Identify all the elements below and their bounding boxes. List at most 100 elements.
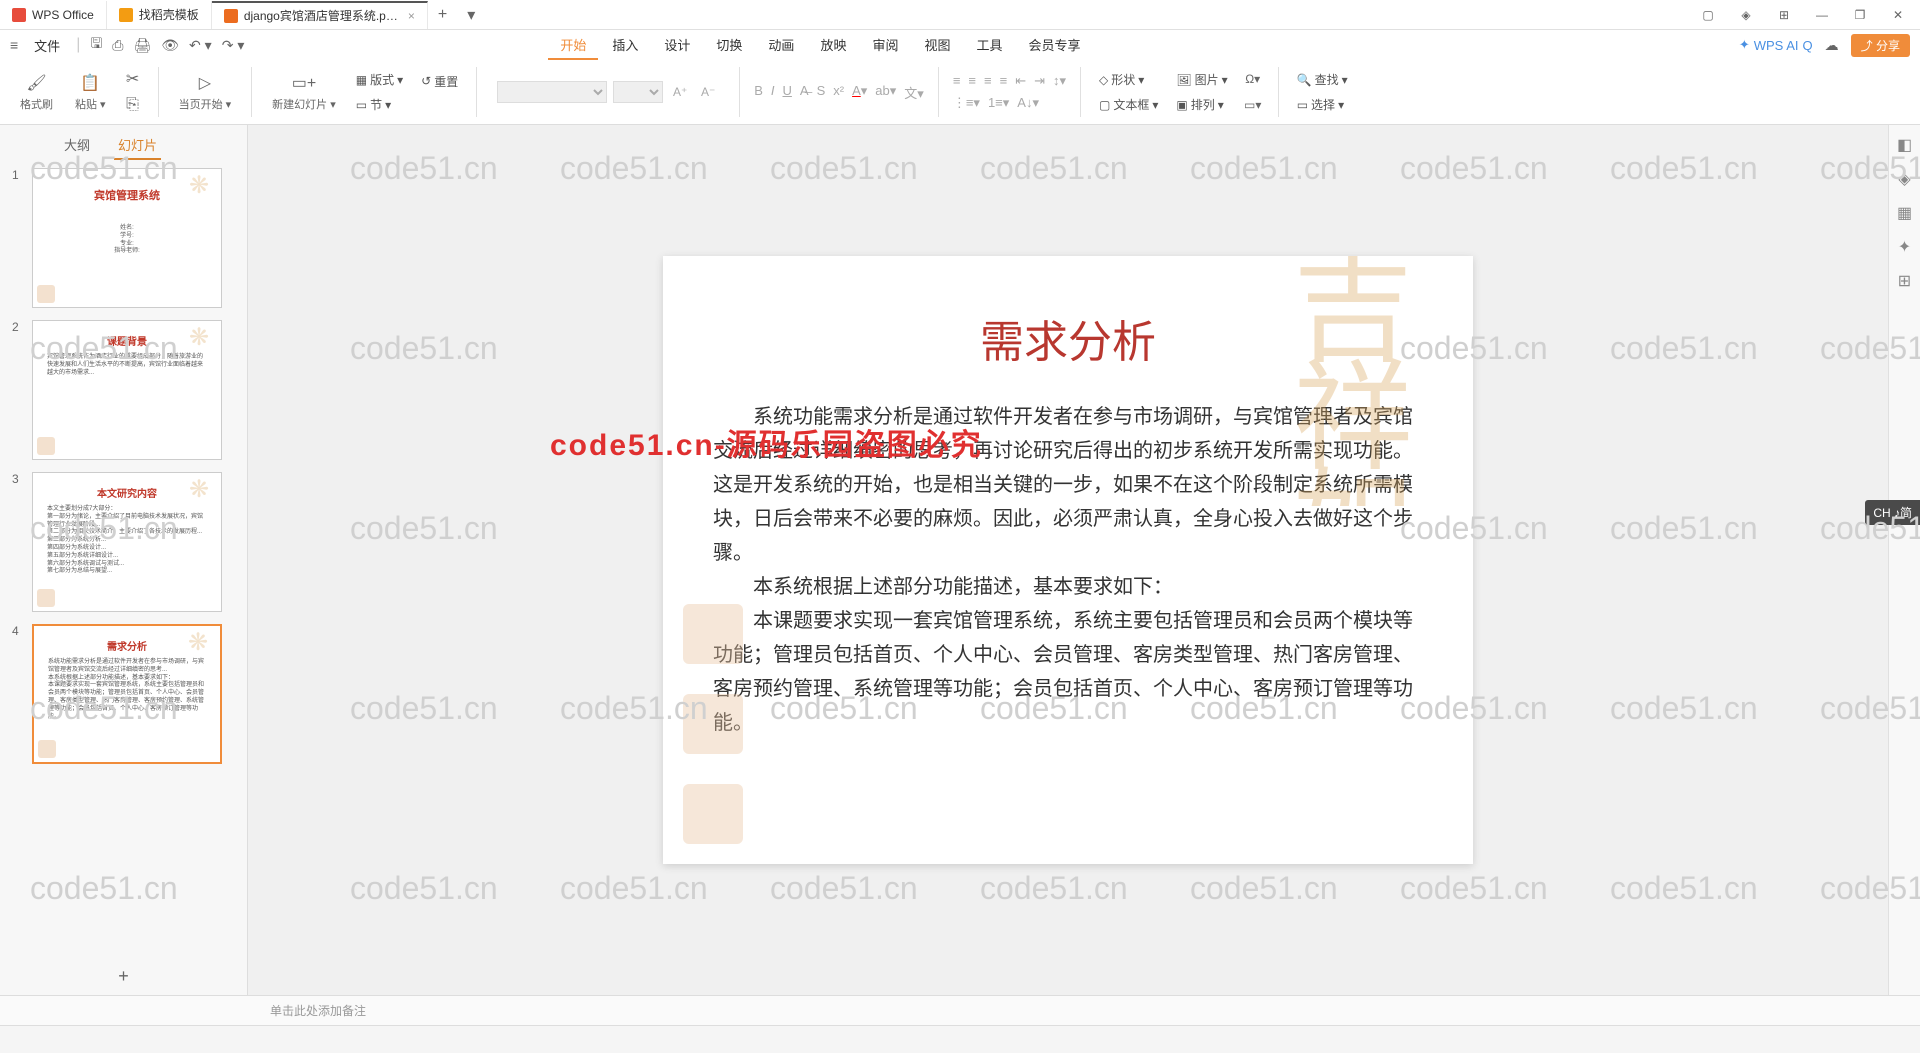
reset-button[interactable]: ↺ 重置	[417, 71, 462, 92]
close-icon[interactable]: ×	[408, 9, 415, 23]
panel-icon[interactable]: ◧	[1895, 135, 1915, 155]
slide-body[interactable]: 系统功能需求分析是通过软件开发者在参与市场调研，与宾馆管理者及宾馆交流后经过详细…	[713, 400, 1423, 740]
add-slide-button[interactable]: +	[0, 958, 247, 995]
align-justify-icon[interactable]: ≡	[1000, 73, 1008, 89]
cube-icon[interactable]: ◈	[1734, 3, 1758, 27]
slide-title[interactable]: 需求分析	[713, 306, 1423, 370]
indent-decrease-icon[interactable]: ⇤	[1015, 73, 1026, 89]
font-family-select[interactable]	[497, 81, 607, 103]
tab-document[interactable]: django宾馆酒店管理系统.p… ×	[212, 1, 428, 29]
slide-thumbnail-3[interactable]: ❋ 本文研究内容 本文主要划分成7大部分：第一部分为绪论，主要介绍了目前电脑技术…	[32, 472, 222, 612]
export-icon[interactable]: ⎙	[112, 37, 123, 54]
panel-icon[interactable]: ⊞	[1895, 271, 1915, 291]
template-icon	[119, 8, 133, 22]
bold-icon[interactable]: B	[754, 83, 763, 102]
text-direction-icon[interactable]: A↓▾	[1017, 95, 1039, 111]
redo-icon[interactable]: ↷ ▾	[222, 37, 245, 54]
preview-icon[interactable]: 👁	[161, 37, 179, 54]
select-button[interactable]: ▭ 选择 ▾	[1293, 94, 1352, 115]
menu-tab-view[interactable]: 视图	[912, 31, 962, 60]
section-button[interactable]: ▭ 节 ▾	[352, 94, 407, 115]
font-color-icon[interactable]: A▾	[852, 83, 867, 102]
menu-tab-tools[interactable]: 工具	[964, 31, 1014, 60]
hamburger-icon[interactable]: ≡	[10, 37, 18, 53]
menu-tab-member[interactable]: 会员专享	[1017, 31, 1093, 60]
strike-icon[interactable]: A̶	[800, 83, 809, 102]
tab-wps-office[interactable]: WPS Office	[0, 1, 107, 29]
tab-menu-button[interactable]: ▾	[457, 5, 485, 25]
align-center-icon[interactable]: ≡	[968, 73, 976, 89]
menubar: ≡ 文件 | 🖫 ⎙ 🖨 👁 ↶ ▾ ↷ ▾ 开始 插入 设计 切换 动画 放映…	[0, 30, 1920, 60]
notes-bar[interactable]: 单击此处添加备注	[0, 995, 1920, 1025]
font-group: A⁺ A⁻	[491, 81, 725, 103]
panel-icon[interactable]: ◈	[1895, 169, 1915, 189]
cut-icon[interactable]: ✂	[122, 68, 144, 90]
minimize-button[interactable]: —	[1810, 3, 1834, 27]
menu-tab-animation[interactable]: 动画	[756, 31, 806, 60]
menu-tab-design[interactable]: 设计	[652, 31, 702, 60]
tab-slides[interactable]: 幻灯片	[114, 131, 161, 160]
strikethrough-icon[interactable]: S	[817, 83, 826, 102]
tab-outline[interactable]: 大纲	[60, 131, 94, 160]
shape-button[interactable]: ◇ 形状 ▾	[1095, 69, 1162, 90]
superscript-icon[interactable]: x²	[833, 83, 844, 102]
fill-icon[interactable]: ▭▾	[1242, 94, 1264, 116]
menu-tab-transition[interactable]: 切换	[704, 31, 754, 60]
textbox-button[interactable]: ▢ 文本框 ▾	[1095, 94, 1162, 115]
italic-icon[interactable]: I	[771, 83, 775, 102]
slide-thumbnail-2[interactable]: ❋ 课题背景 宾馆管理系统作为酒店行业的重要组成部分，随着旅游业的快速发展和人们…	[32, 320, 222, 460]
paste-group[interactable]: 📋 粘贴 ▾	[69, 72, 112, 112]
panel-icon[interactable]: ✦	[1895, 237, 1915, 257]
wps-ai-button[interactable]: ✦ WPS AI Q	[1739, 37, 1813, 53]
undo-icon[interactable]: ↶ ▾	[189, 37, 212, 54]
slide-thumbnail-4[interactable]: ❋ 需求分析 系统功能需求分析是通过软件开发者在参与市场调研，与宾馆管理者及宾馆…	[32, 624, 222, 764]
tab-template[interactable]: 找稻壳模板	[107, 1, 212, 29]
menu-tab-insert[interactable]: 插入	[600, 31, 650, 60]
align-right-icon[interactable]: ≡	[984, 73, 992, 89]
menu-tab-start[interactable]: 开始	[548, 31, 598, 60]
close-button[interactable]: ✕	[1886, 3, 1910, 27]
underline-icon[interactable]: U	[783, 83, 792, 102]
print-icon[interactable]: 🖨	[133, 37, 151, 54]
bullets-icon[interactable]: ⋮≡▾	[953, 95, 980, 111]
indent-increase-icon[interactable]: ⇥	[1034, 73, 1045, 89]
style-icon[interactable]: Ω▾	[1242, 68, 1264, 90]
play-current-group[interactable]: ▷ 当页开始 ▾	[173, 72, 238, 112]
arrange-button[interactable]: ▣ 排列 ▾	[1172, 94, 1231, 115]
menu-tab-slideshow[interactable]: 放映	[808, 31, 858, 60]
file-menu[interactable]: 文件	[28, 36, 66, 55]
menu-tab-review[interactable]: 审阅	[860, 31, 910, 60]
notes-placeholder: 单击此处添加备注	[270, 1002, 366, 1019]
copy-icon[interactable]: ⎘	[122, 94, 144, 116]
change-case-icon[interactable]: 文▾	[904, 83, 924, 102]
cloud-icon[interactable]: ☁	[1825, 37, 1839, 54]
share-button[interactable]: ⤴ 分享	[1851, 34, 1910, 57]
thumbnail-list[interactable]: 1 ❋ 宾馆管理系统 姓名: 学号: 专业: 指导老师: 2 ❋ 课题背景 宾馆…	[0, 160, 247, 958]
align-left-icon[interactable]: ≡	[953, 73, 961, 89]
line-spacing-icon[interactable]: ↕▾	[1053, 73, 1066, 89]
new-slide-group[interactable]: ▭+ 新建幻灯片 ▾	[266, 72, 342, 112]
thumb-number: 4	[12, 624, 24, 764]
highlight-icon[interactable]: ab▾	[875, 83, 896, 102]
layout-button[interactable]: ▦ 版式 ▾	[352, 69, 407, 90]
window-icon[interactable]: ▢	[1696, 3, 1720, 27]
font-size-select[interactable]	[613, 81, 663, 103]
slide-thumbnail-1[interactable]: ❋ 宾馆管理系统 姓名: 学号: 专业: 指导老师:	[32, 168, 222, 308]
panel-icon[interactable]: ▦	[1895, 203, 1915, 223]
ppt-icon	[224, 9, 238, 23]
current-slide[interactable]: 吉祥如意 需求分析 系统功能需求分析是通过软件开发者在参与市场调研，与宾馆管理者…	[663, 256, 1473, 864]
picture-button[interactable]: 🖼 图片 ▾	[1172, 69, 1231, 90]
apps-icon[interactable]: ⊞	[1772, 3, 1796, 27]
seal-decoration	[683, 784, 743, 844]
numbering-icon[interactable]: 1≡▾	[988, 95, 1009, 111]
ime-indicator[interactable]: CH ♪简	[1865, 500, 1920, 525]
save-icon[interactable]: 🖫	[90, 33, 102, 57]
add-tab-button[interactable]: +	[428, 6, 457, 24]
tab-label: 找稻壳模板	[139, 6, 199, 23]
decrease-font-icon[interactable]: A⁻	[697, 81, 719, 103]
format-painter-group[interactable]: 🖌 格式刷	[14, 72, 59, 112]
maximize-button[interactable]: ❐	[1848, 3, 1872, 27]
slide-canvas[interactable]: 吉祥如意 需求分析 系统功能需求分析是通过软件开发者在参与市场调研，与宾馆管理者…	[248, 125, 1888, 995]
increase-font-icon[interactable]: A⁺	[669, 81, 691, 103]
find-button[interactable]: 🔍 查找 ▾	[1293, 69, 1352, 90]
